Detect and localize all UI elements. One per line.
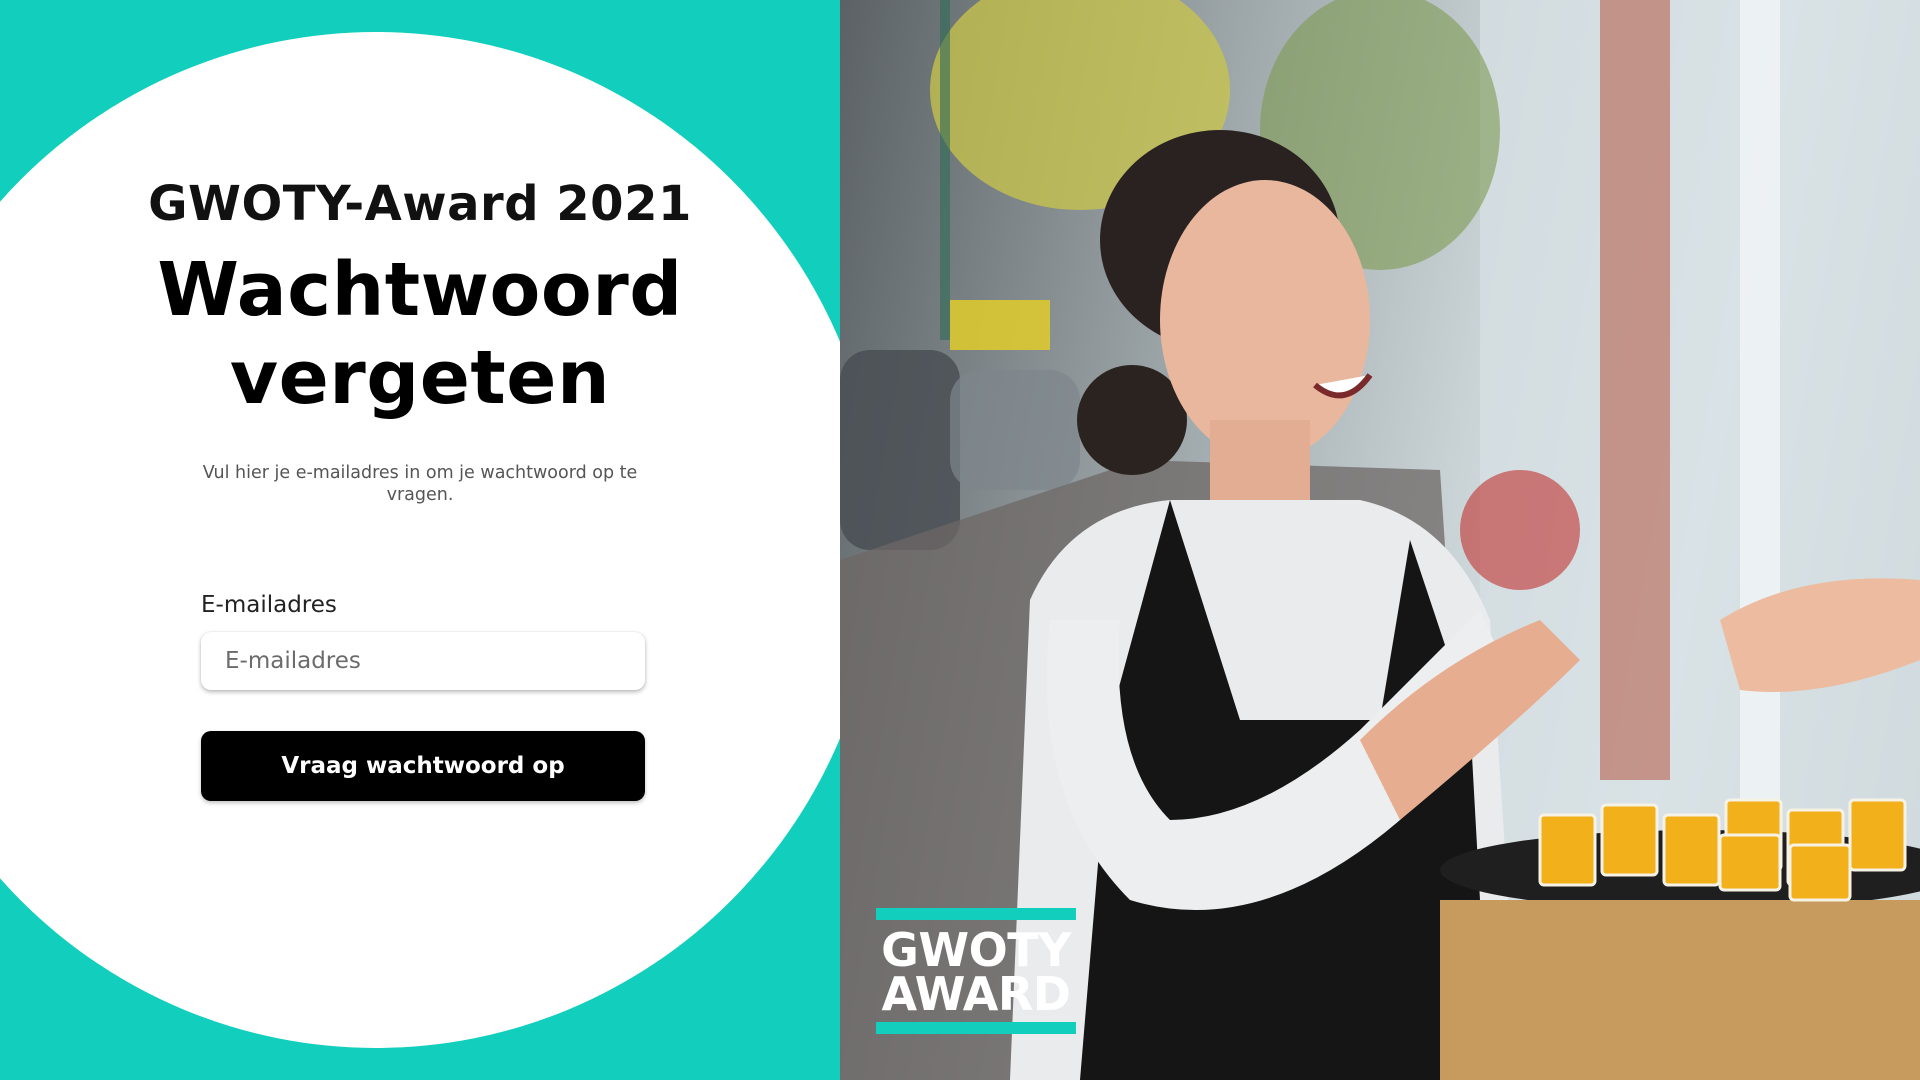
page: GWOTY-Award 2021 Wachtwoord vergeten Vul…	[0, 0, 1920, 1080]
forgot-password-form: GWOTY-Award 2021 Wachtwoord vergeten Vul…	[0, 0, 840, 1080]
logo-bar-bottom	[876, 1022, 1076, 1034]
gwoty-award-logo: GWOTY AWARD	[876, 908, 1076, 1034]
page-title-line2: vergeten	[229, 335, 611, 421]
page-title-line1: Wachtwoord	[157, 247, 683, 333]
email-label: E-mailadres	[201, 592, 337, 618]
form-panel: GWOTY-Award 2021 Wachtwoord vergeten Vul…	[0, 0, 840, 1080]
request-password-button[interactable]: Vraag wachtwoord op	[201, 731, 645, 801]
logo-text-line1: GWOTY	[881, 923, 1071, 977]
email-field[interactable]	[201, 632, 645, 690]
instruction-text: Vul hier je e-mailadres in om je wachtwo…	[202, 463, 638, 505]
page-title: Wachtwoord vergeten	[0, 246, 840, 422]
logo-text-line2: AWARD	[881, 967, 1071, 1021]
award-title: GWOTY-Award 2021	[148, 176, 692, 232]
logo-bar-top	[876, 908, 1076, 920]
